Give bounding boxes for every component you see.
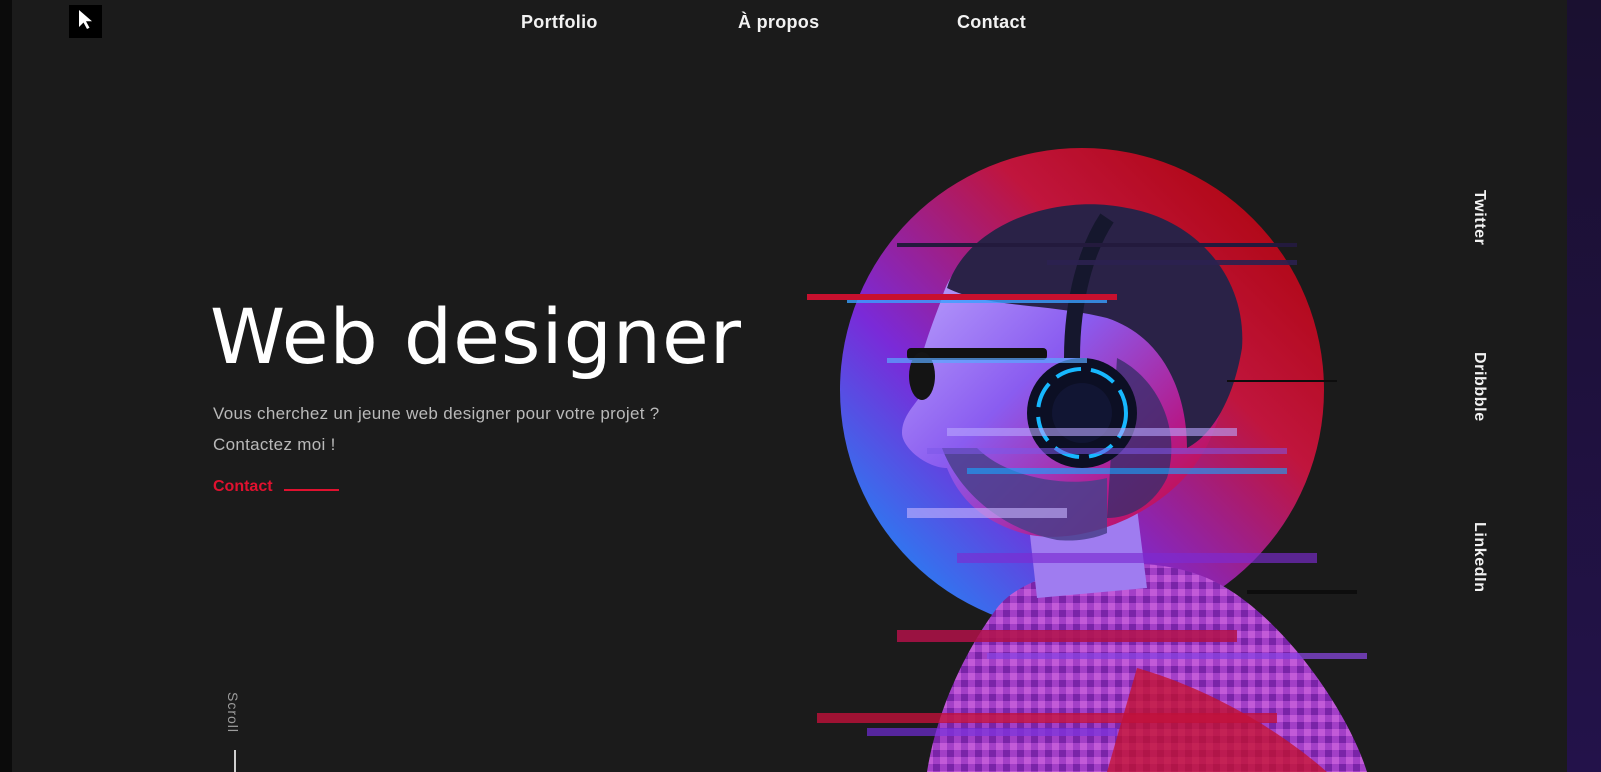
scroll-indicator-label: Scroll [225,692,241,734]
contact-cta-link[interactable]: Contact [213,478,339,496]
social-link-twitter[interactable]: Twitter [1470,190,1488,245]
contact-cta-label: Contact [213,478,273,495]
nav-item-contact[interactable]: Contact [957,12,1026,33]
social-link-dribbble[interactable]: Dribbble [1470,352,1488,422]
hero-subtitle-line: Vous cherchez un jeune web designer pour… [213,404,660,423]
nav-item-a-propos[interactable]: À propos [738,12,819,33]
main-nav: Portfolio À propos Contact [12,12,1567,36]
hero-title: Web designer [210,292,742,381]
scroll-indicator-line [234,750,236,772]
hero-subtitle: Vous cherchez un jeune web designer pour… [213,398,733,460]
social-link-linkedin[interactable]: LinkedIn [1470,522,1488,593]
viewport-edge [1567,0,1601,772]
nav-item-portfolio[interactable]: Portfolio [521,12,598,33]
hero-subtitle-line: Contactez moi ! [213,435,336,454]
hero-portrait-image [807,148,1377,772]
page-frame: Portfolio À propos Contact Web designer … [12,0,1567,772]
cta-underline [283,489,339,491]
